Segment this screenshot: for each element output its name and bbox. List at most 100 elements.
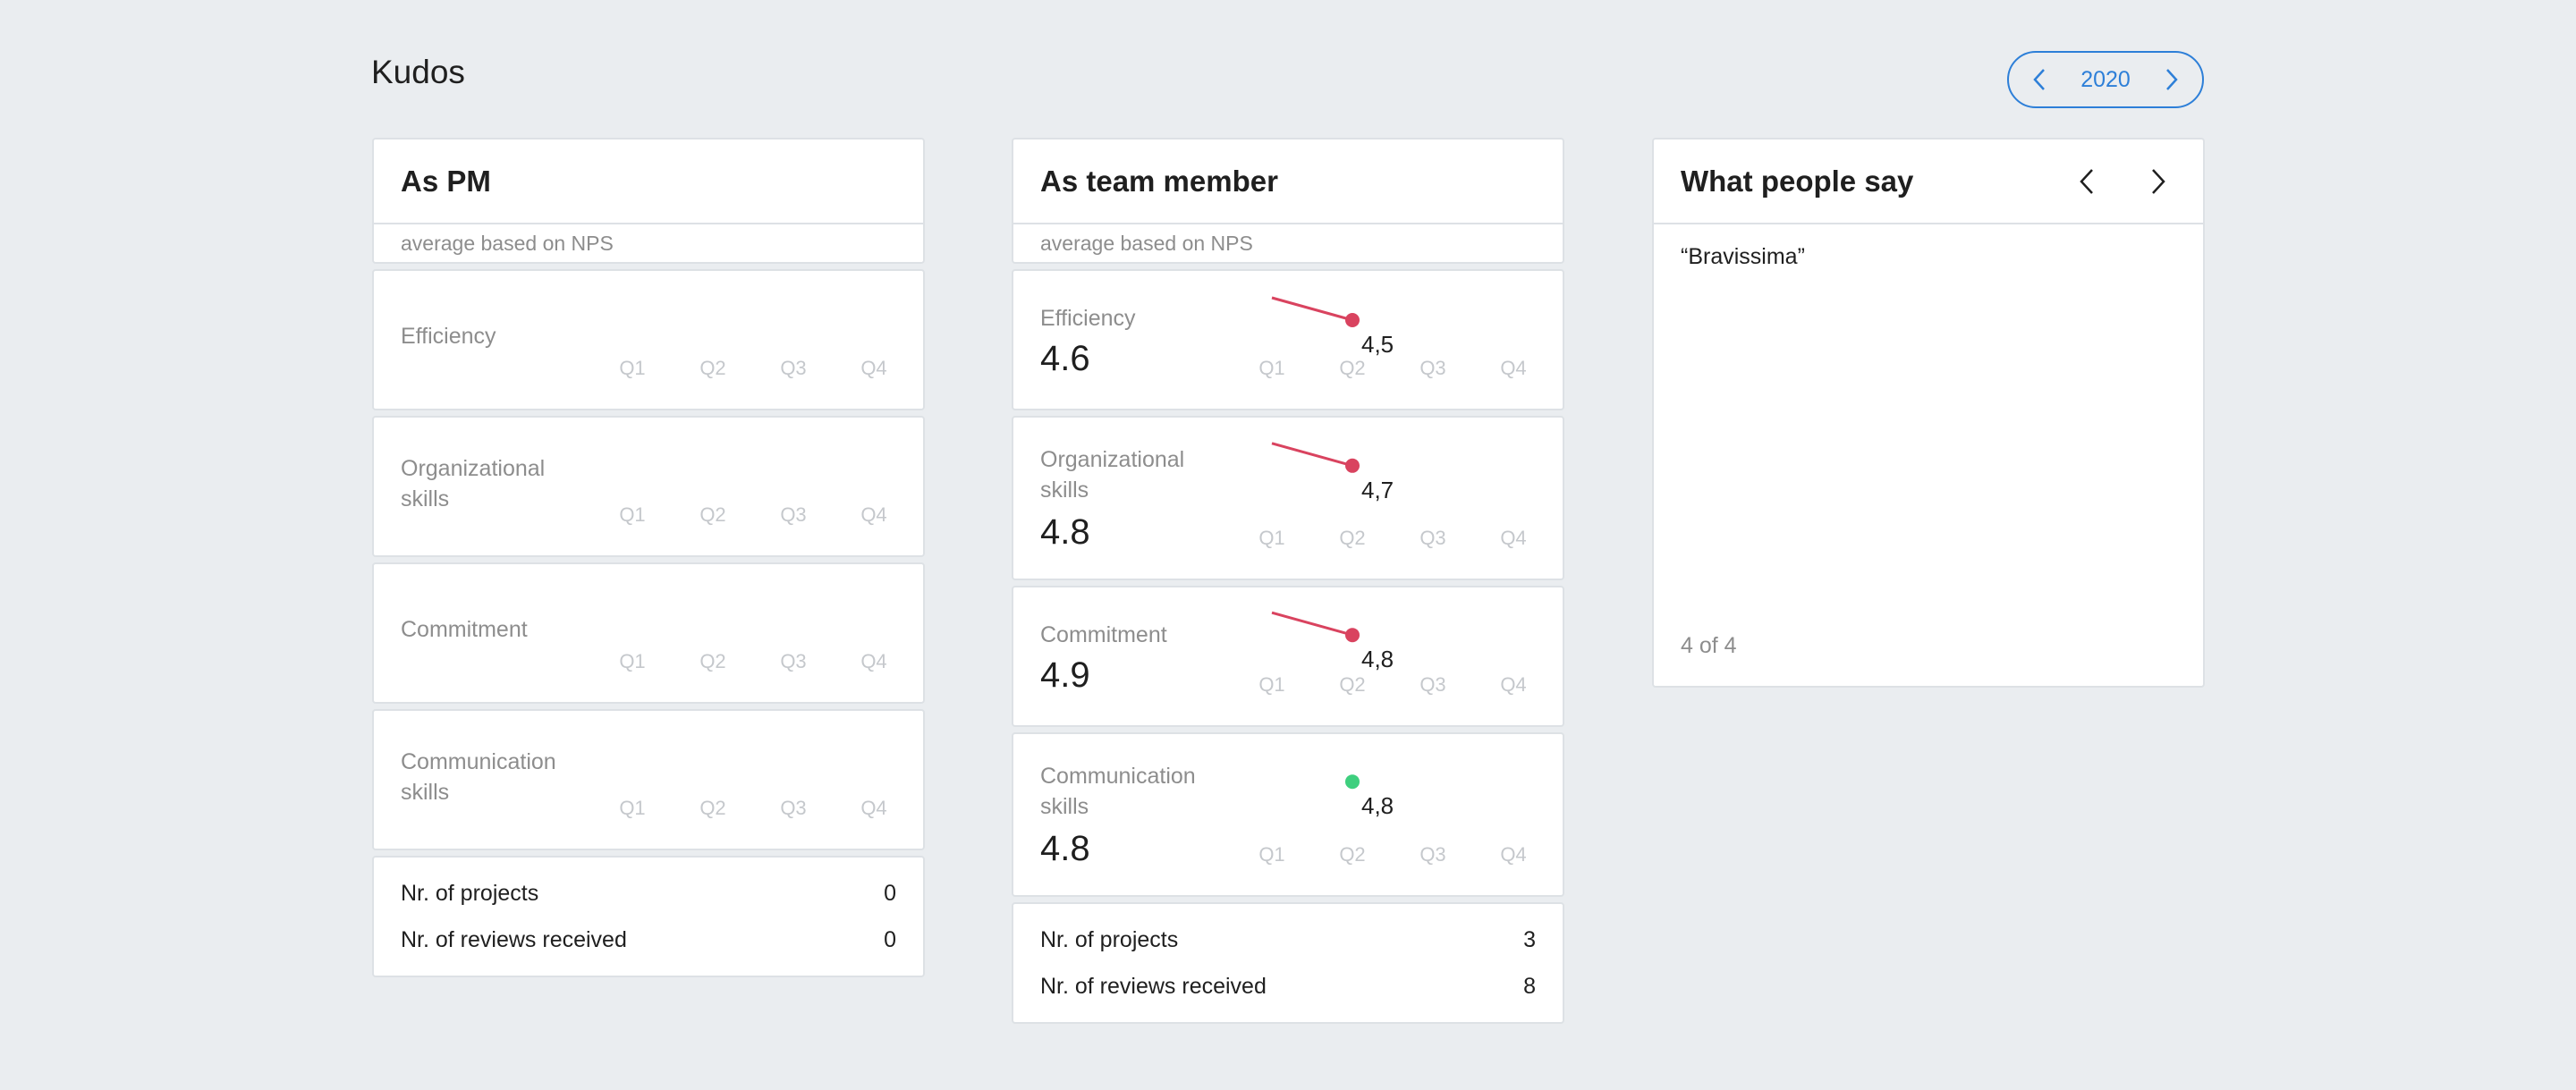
stat-label: Nr. of projects	[401, 880, 539, 906]
stat-value: 3	[1523, 926, 1536, 952]
quarter-tick: Q3	[1419, 357, 1446, 379]
sparkline-chart: 4,7	[1271, 442, 1394, 503]
quarter-tick: Q4	[1500, 673, 1527, 696]
quote-text: “Bravissima”	[1654, 223, 2203, 290]
quarter-tick: Q3	[780, 503, 807, 526]
stat-value: 0	[884, 880, 896, 906]
pm-metric-organizational-skills: Organizational skills Q1 Q2 Q3 Q4	[372, 416, 925, 557]
sparkline-chart: 4,8	[1345, 774, 1394, 819]
quote-counter: 4 of 4	[1681, 633, 1737, 658]
quarter-axis: Q1 Q2 Q3 Q4	[592, 797, 914, 820]
stat-row-projects: Nr. of projects 0	[401, 870, 896, 917]
pm-metric-efficiency: Efficiency Q1 Q2 Q3 Q4	[372, 269, 925, 410]
tm-metric-organizational-skills: Organizational skills 4.8 4,7 Q1 Q2 Q3 Q…	[1012, 416, 1564, 580]
stat-value: 8	[1523, 973, 1536, 999]
data-label: 4,5	[1361, 331, 1394, 358]
year-label: 2020	[2080, 66, 2131, 92]
what-people-say-column: What people say “Bravissima” 4 of 4	[1652, 138, 2205, 688]
quarter-tick: Q4	[860, 650, 887, 672]
data-label: 4,8	[1361, 646, 1394, 672]
metric-label: Communication skills	[1040, 764, 1196, 819]
data-point	[1345, 774, 1360, 790]
quarter-tick: Q2	[1339, 357, 1366, 379]
quarter-tick: Q1	[619, 797, 646, 819]
pm-metric-commitment: Commitment Q1 Q2 Q3 Q4	[372, 562, 925, 704]
quarter-tick: Q1	[1258, 843, 1285, 866]
as-pm-header-card: As PM average based on NPS	[372, 138, 925, 264]
as-team-member-header-card: As team member average based on NPS	[1012, 138, 1564, 264]
metric-value: 4.6	[1040, 339, 1090, 378]
data-label: 4,7	[1361, 477, 1394, 503]
stat-label: Nr. of reviews received	[401, 926, 627, 952]
stat-value: 0	[884, 926, 896, 952]
data-point	[1345, 313, 1360, 327]
metric-label: Organizational skills	[1040, 447, 1185, 503]
quarter-tick: Q2	[1339, 527, 1366, 549]
quarter-tick: Q1	[1258, 357, 1285, 379]
metric-value: 4.8	[1040, 829, 1090, 868]
page-title: Kudos	[371, 54, 465, 90]
stat-row-reviews: Nr. of reviews received 0	[401, 917, 896, 963]
quarter-tick: Q3	[780, 357, 807, 379]
what-people-say-title: What people say	[1681, 164, 1914, 198]
trend-line	[1271, 611, 1353, 637]
chevron-right-icon[interactable]	[2140, 164, 2176, 199]
as-pm-title: As PM	[401, 164, 491, 198]
quarter-axis: Q1 Q2 Q3 Q4	[1232, 527, 1554, 550]
metric-label: Commitment	[401, 617, 528, 642]
stat-label: Nr. of projects	[1040, 926, 1179, 952]
tm-metric-communication-skills: Communication skills 4.8 4,8 Q1 Q2 Q3 Q4	[1012, 732, 1564, 897]
pm-stats-card: Nr. of projects 0 Nr. of reviews receive…	[372, 856, 925, 977]
metric-value: 4.9	[1040, 655, 1090, 695]
chevron-right-icon[interactable]	[2159, 67, 2184, 92]
quarter-tick: Q4	[1500, 357, 1527, 379]
quarter-tick: Q1	[619, 503, 646, 526]
quarter-tick: Q3	[1419, 843, 1446, 866]
quarter-tick: Q3	[780, 650, 807, 672]
quarter-tick: Q3	[780, 797, 807, 819]
quarter-tick: Q3	[1419, 527, 1446, 549]
metric-label: Communication skills	[401, 749, 556, 805]
quarter-axis: Q1 Q2 Q3 Q4	[1232, 357, 1554, 380]
quarter-axis: Q1 Q2 Q3 Q4	[592, 650, 914, 673]
trend-line	[1271, 296, 1353, 322]
metric-label: Efficiency	[401, 324, 496, 349]
stat-row-projects: Nr. of projects 3	[1040, 917, 1536, 963]
tm-stats-card: Nr. of projects 3 Nr. of reviews receive…	[1012, 902, 1564, 1024]
as-pm-subtitle: average based on NPS	[374, 223, 923, 262]
quarter-tick: Q2	[1339, 843, 1366, 866]
stat-row-reviews: Nr. of reviews received 8	[1040, 963, 1536, 1010]
tm-metric-commitment: Commitment 4.9 4,8 Q1 Q2 Q3 Q4	[1012, 586, 1564, 727]
quarter-tick: Q2	[699, 503, 726, 526]
quarter-tick: Q3	[1419, 673, 1446, 696]
metric-label: Efficiency	[1040, 306, 1136, 331]
data-point	[1345, 628, 1360, 643]
quarter-tick: Q2	[699, 797, 726, 819]
quarter-tick: Q1	[1258, 673, 1285, 696]
metric-label: Organizational skills	[401, 456, 546, 511]
data-point	[1345, 458, 1360, 473]
quarter-axis: Q1 Q2 Q3 Q4	[1232, 843, 1554, 866]
quarter-axis: Q1 Q2 Q3 Q4	[592, 357, 914, 380]
what-people-say-header: What people say	[1654, 139, 2203, 223]
quarter-tick: Q1	[619, 357, 646, 379]
as-pm-column: As PM average based on NPS Efficiency Q1…	[372, 138, 925, 977]
pm-metric-communication-skills: Communication skills Q1 Q2 Q3 Q4	[372, 709, 925, 850]
data-label: 4,8	[1361, 792, 1394, 819]
quarter-tick: Q1	[1258, 527, 1285, 549]
as-team-member-title: As team member	[1040, 164, 1278, 198]
quarter-tick: Q4	[860, 797, 887, 819]
trend-line	[1271, 442, 1353, 468]
as-team-member-subtitle: average based on NPS	[1013, 223, 1563, 262]
stat-label: Nr. of reviews received	[1040, 973, 1267, 999]
quarter-tick: Q4	[1500, 843, 1527, 866]
quarter-tick: Q4	[1500, 527, 1527, 549]
quarter-tick: Q2	[699, 357, 726, 379]
chevron-left-icon[interactable]	[2027, 67, 2052, 92]
year-selector: 2020	[2007, 51, 2204, 108]
quarter-axis: Q1 Q2 Q3 Q4	[1232, 673, 1554, 697]
metric-label: Commitment	[1040, 622, 1167, 647]
quarter-tick: Q2	[699, 650, 726, 672]
chevron-left-icon[interactable]	[2069, 164, 2105, 199]
quarter-tick: Q2	[1339, 673, 1366, 696]
